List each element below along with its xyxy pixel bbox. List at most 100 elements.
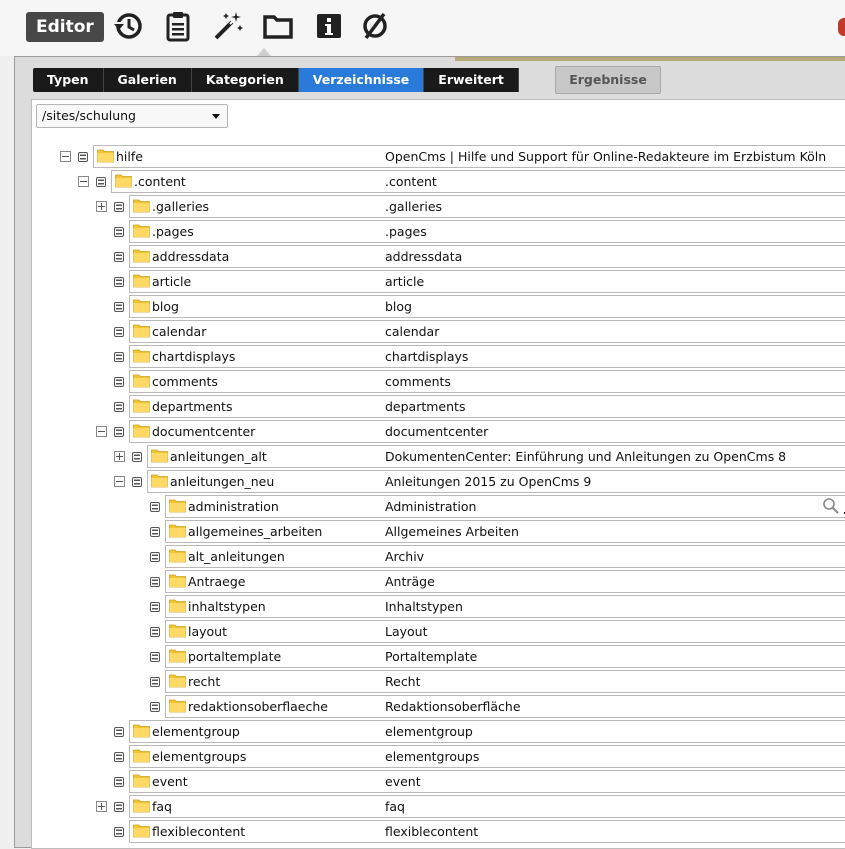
tree-row[interactable]: hilfe OpenCms | Hilfe und Support für Onl… — [32, 144, 845, 169]
tree-item[interactable]: inhaltstypen Inhaltstypen — [165, 595, 845, 618]
tree-item[interactable]: blog blog — [129, 295, 845, 318]
expand-icon[interactable] — [114, 451, 125, 462]
tree-row[interactable]: portaltemplate Portaltemplate — [32, 644, 845, 669]
tree-item[interactable]: redaktionsoberflaeche Redaktionsoberfläch… — [165, 695, 845, 718]
tree-row[interactable]: Antraege Anträge — [32, 569, 845, 594]
tree-item[interactable]: administration Administration — [165, 495, 845, 518]
tree-item[interactable]: hilfe OpenCms | Hilfe und Support für Onl… — [93, 145, 845, 168]
tree-item[interactable]: layout Layout — [165, 620, 845, 643]
tree-row[interactable]: departments departments — [32, 394, 845, 419]
tree-row[interactable]: .content .content — [32, 169, 845, 194]
tree-item[interactable]: Antraege Anträge — [165, 570, 845, 593]
tree-row[interactable]: elementgroups elementgroups — [32, 744, 845, 769]
list-icon[interactable] — [114, 775, 124, 787]
tree-item[interactable]: .galleries .galleries — [129, 195, 845, 218]
tree-row[interactable]: anleitungen_neu Anleitungen 2015 zu OpenC… — [32, 469, 845, 494]
tree-row[interactable]: comments comments — [32, 369, 845, 394]
list-icon[interactable] — [114, 300, 124, 312]
list-icon[interactable] — [114, 200, 124, 212]
tree-item[interactable]: flexiblecontent flexiblecontent — [129, 820, 845, 843]
list-icon[interactable] — [114, 400, 124, 412]
list-icon[interactable] — [150, 575, 160, 587]
tab-kategorien[interactable]: Kategorien — [192, 68, 299, 92]
list-icon[interactable] — [150, 650, 160, 662]
list-icon[interactable] — [114, 375, 124, 387]
tree-item[interactable]: .content .content — [111, 170, 845, 193]
list-icon[interactable] — [114, 275, 124, 287]
list-icon[interactable] — [150, 675, 160, 687]
tree-row[interactable]: .pages .pages — [32, 219, 845, 244]
list-icon[interactable] — [132, 450, 142, 462]
collapse-icon[interactable] — [114, 476, 125, 487]
list-icon[interactable] — [114, 325, 124, 337]
tree-row[interactable]: elementgroup elementgroup — [32, 719, 845, 744]
site-select[interactable]: /sites/schulung — [36, 104, 228, 128]
tree-row[interactable]: layout Layout — [32, 619, 845, 644]
tree-item[interactable]: elementgroups elementgroups — [129, 745, 845, 768]
collapse-icon[interactable] — [96, 426, 107, 437]
empty-set-icon[interactable] — [359, 10, 391, 42]
tree-row[interactable]: chartdisplays chartdisplays — [32, 344, 845, 369]
tree-item[interactable]: event event — [129, 770, 845, 793]
tab-erweitert[interactable]: Erweitert — [424, 68, 519, 92]
tree-item[interactable]: article article — [129, 270, 845, 293]
tab-typen[interactable]: Typen — [33, 68, 104, 92]
list-icon[interactable] — [150, 500, 160, 512]
tree-item[interactable]: .pages .pages — [129, 220, 845, 243]
tree-item[interactable]: chartdisplays chartdisplays — [129, 345, 845, 368]
tree-item[interactable]: documentcenter documentcenter — [129, 420, 845, 443]
collapse-icon[interactable] — [60, 151, 71, 162]
list-icon[interactable] — [114, 825, 124, 837]
tree-row[interactable]: redaktionsoberflaeche Redaktionsoberfläch… — [32, 694, 845, 719]
list-icon[interactable] — [150, 525, 160, 537]
list-icon[interactable] — [96, 175, 106, 187]
tab-verzeichnisse[interactable]: Verzeichnisse — [298, 68, 425, 92]
tree-row[interactable]: documentcenter documentcenter — [32, 419, 845, 444]
tree-row[interactable]: event event — [32, 769, 845, 794]
list-icon[interactable] — [150, 600, 160, 612]
tree-row[interactable]: recht Recht — [32, 669, 845, 694]
tree-row[interactable]: administration Administration — [32, 494, 845, 519]
list-icon[interactable] — [150, 700, 160, 712]
collapse-icon[interactable] — [78, 176, 89, 187]
magic-wand-icon[interactable] — [212, 10, 244, 42]
tab-galerien[interactable]: Galerien — [104, 68, 192, 92]
tree-row[interactable]: faq faq — [32, 794, 845, 819]
tree-row[interactable]: article article — [32, 269, 845, 294]
list-icon[interactable] — [114, 725, 124, 737]
list-icon[interactable] — [78, 150, 88, 162]
tree-row[interactable]: alt_anleitungen Archiv — [32, 544, 845, 569]
folder-icon[interactable] — [262, 10, 294, 42]
tree-row[interactable]: inhaltstypen Inhaltstypen — [32, 594, 845, 619]
tree-item[interactable]: addressdata addressdata — [129, 245, 845, 268]
tree-row[interactable]: flexiblecontent flexiblecontent — [32, 819, 845, 844]
tree-item[interactable]: allgemeines_arbeiten Allgemeines Arbeiten — [165, 520, 845, 543]
tree-row[interactable]: allgemeines_arbeiten Allgemeines Arbeiten — [32, 519, 845, 544]
list-icon[interactable] — [114, 800, 124, 812]
info-icon[interactable] — [313, 10, 345, 42]
clipboard-icon[interactable] — [162, 10, 194, 42]
tree-item[interactable]: calendar calendar — [129, 320, 845, 343]
tree-item[interactable]: faq faq — [129, 795, 845, 818]
list-icon[interactable] — [114, 225, 124, 237]
expand-icon[interactable] — [96, 801, 107, 812]
editor-button[interactable]: Editor — [26, 12, 104, 42]
tree-row[interactable]: .galleries .galleries — [32, 194, 845, 219]
tree-row[interactable]: addressdata addressdata — [32, 244, 845, 269]
tree-item[interactable]: portaltemplate Portaltemplate — [165, 645, 845, 668]
list-icon[interactable] — [150, 550, 160, 562]
tree-item[interactable]: recht Recht — [165, 670, 845, 693]
list-icon[interactable] — [114, 425, 124, 437]
expand-icon[interactable] — [96, 201, 107, 212]
list-icon[interactable] — [114, 750, 124, 762]
tree-item[interactable]: departments departments — [129, 395, 845, 418]
tree-item[interactable]: comments comments — [129, 370, 845, 393]
history-icon[interactable] — [112, 10, 144, 42]
tree-item[interactable]: anleitungen_alt DokumentenCenter: Einführ… — [147, 445, 845, 468]
tree-item[interactable]: alt_anleitungen Archiv — [165, 545, 845, 568]
results-button[interactable]: Ergebnisse — [555, 66, 661, 94]
list-icon[interactable] — [132, 475, 142, 487]
tree-row[interactable]: calendar calendar — [32, 319, 845, 344]
tree-row[interactable]: blog blog — [32, 294, 845, 319]
tree-item[interactable]: anleitungen_neu Anleitungen 2015 zu OpenC… — [147, 470, 845, 493]
